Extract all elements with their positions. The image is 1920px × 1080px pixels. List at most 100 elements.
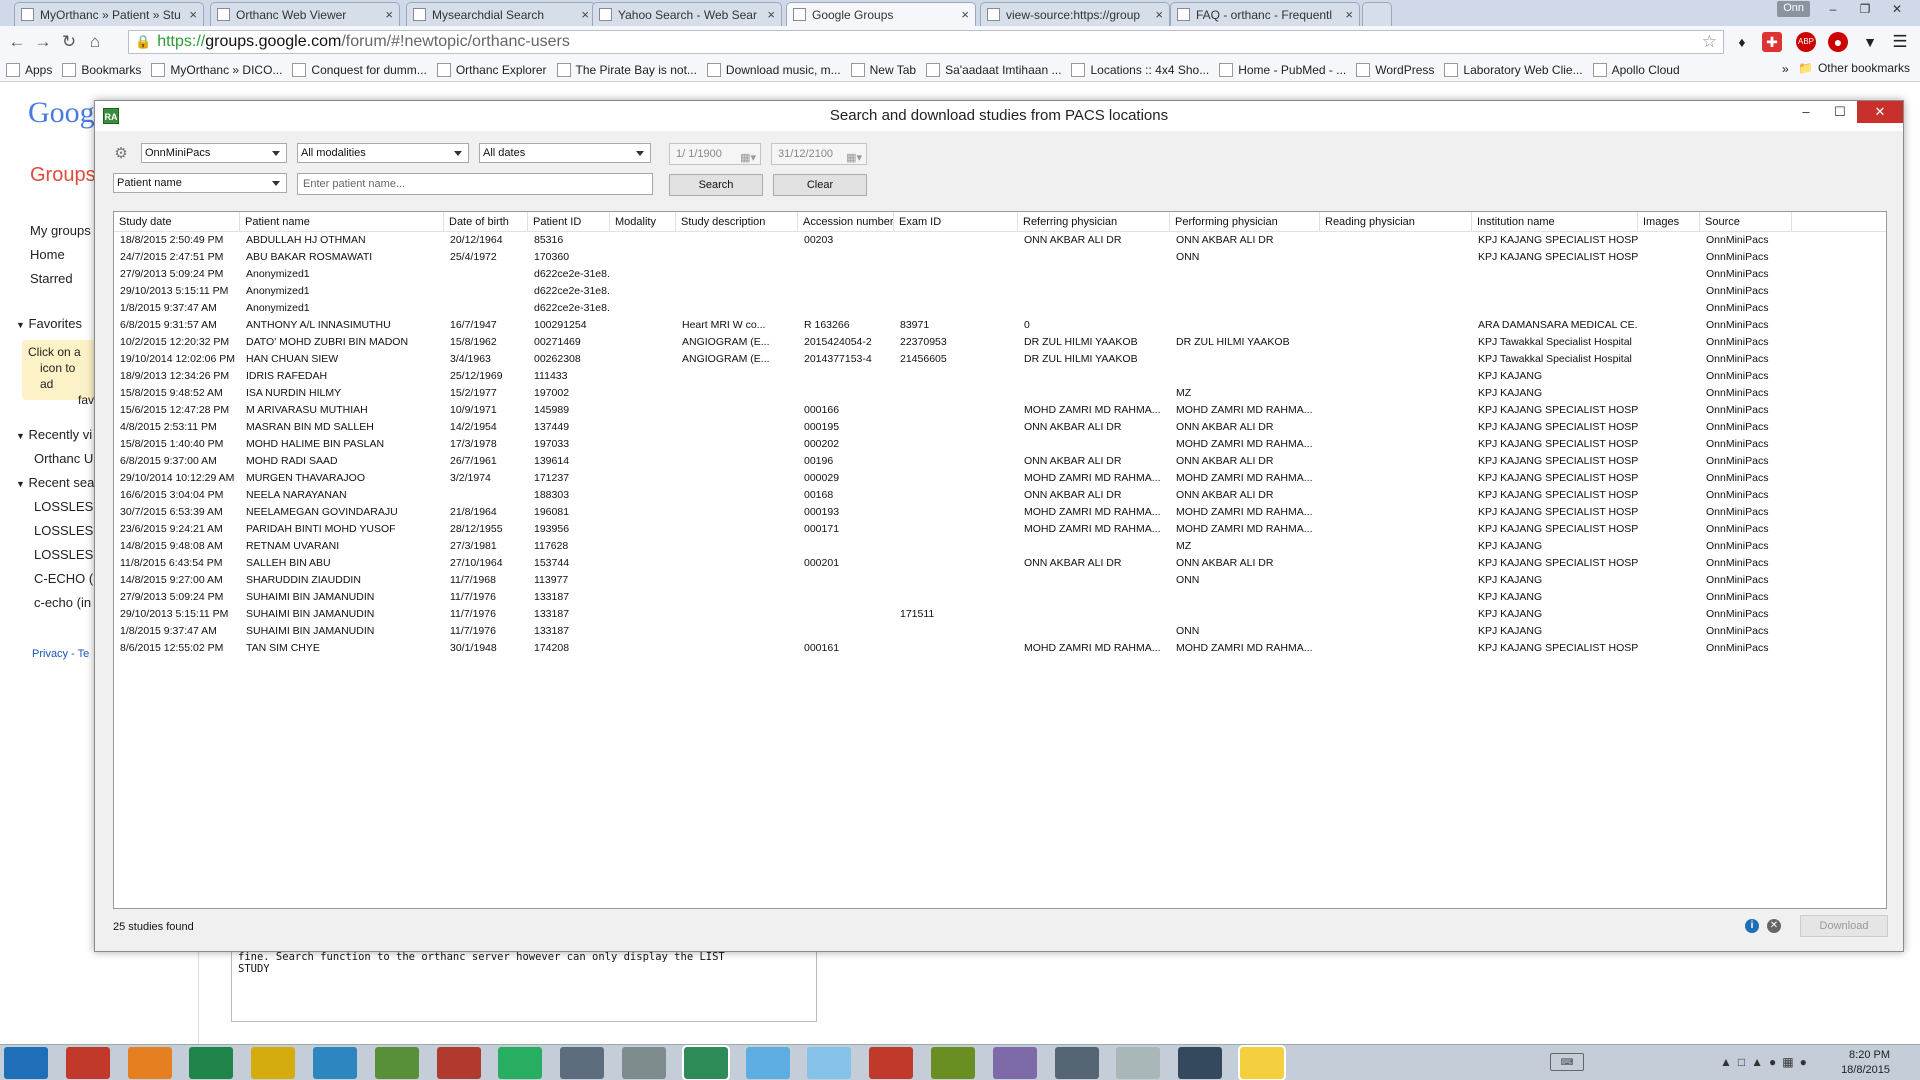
table-row[interactable]: 29/10/2014 10:12:29 AM MURGEN THAVARAJOO 3…: [114, 470, 1804, 487]
bookmark-item[interactable]: WordPress: [1356, 62, 1434, 77]
filezilla-icon[interactable]: [436, 1047, 481, 1079]
nav-starred[interactable]: Starred: [30, 271, 73, 286]
column-header[interactable]: Patient name: [240, 212, 444, 232]
stop-icon[interactable]: ●: [1828, 32, 1848, 52]
home-icon[interactable]: ⌂: [82, 32, 108, 52]
extension-icon[interactable]: ♦: [1732, 32, 1752, 52]
back-icon[interactable]: ←: [4, 32, 30, 52]
table-row[interactable]: 15/8/2015 9:48:52 AM ISA NURDIN HILMY 15/2…: [114, 385, 1804, 402]
column-header[interactable]: Patient ID: [528, 212, 610, 232]
bookmark-item[interactable]: Apollo Cloud: [1592, 62, 1680, 77]
remote-desktop-icon[interactable]: [560, 1047, 605, 1079]
recent-search-item[interactable]: c-echo (in: [34, 595, 91, 610]
utility-icon[interactable]: [622, 1047, 666, 1079]
close-button[interactable]: ✕: [1882, 0, 1912, 18]
column-header[interactable]: Study description: [676, 212, 798, 232]
bookmark-star-icon[interactable]: ☆: [1702, 32, 1717, 52]
url-bar[interactable]: 🔒 https://groups.google.com/forum/#!newt…: [128, 30, 1724, 54]
notepad-icon[interactable]: [807, 1047, 852, 1079]
firefox-icon[interactable]: [127, 1047, 172, 1079]
table-row[interactable]: 16/6/2015 3:04:04 PM NEELA NARAYANAN 18830…: [114, 487, 1804, 504]
browser-tab[interactable]: view-source:https://group ×: [980, 2, 1170, 26]
table-row[interactable]: 27/9/2013 5:09:24 PM SUHAIMI BIN JAMANUDI…: [114, 589, 1804, 606]
tab-close-icon[interactable]: ×: [189, 7, 197, 22]
keyboard-icon[interactable]: ⌨: [1550, 1053, 1584, 1071]
adblock-icon[interactable]: ABP: [1796, 32, 1816, 52]
calendar-icon[interactable]: ▦▾: [740, 148, 756, 168]
file-explorer-icon[interactable]: [251, 1047, 296, 1079]
browser-tab[interactable]: FAQ - orthanc - Frequentl ×: [1170, 2, 1360, 26]
bookmarks-overflow[interactable]: »: [1782, 62, 1789, 76]
tab-close-icon[interactable]: ×: [767, 7, 775, 22]
table-row[interactable]: 11/8/2015 6:43:54 PM SALLEH BIN ABU 27/10/…: [114, 555, 1804, 572]
recent-item[interactable]: Orthanc U: [34, 451, 93, 466]
other-bookmarks[interactable]: 📁 Other bookmarks: [1798, 61, 1910, 75]
post-body-textarea[interactable]: fine. Search function to the orthanc ser…: [231, 944, 817, 1022]
search-field-select[interactable]: Patient name: [113, 173, 287, 193]
forward-icon[interactable]: →: [30, 32, 56, 52]
settings-icon[interactable]: [1054, 1047, 1099, 1079]
media-icon[interactable]: [1178, 1047, 1223, 1079]
table-row[interactable]: 14/8/2015 9:27:00 AM SHARUDDIN ZIAUDDIN 11…: [114, 572, 1804, 589]
column-header[interactable]: Source: [1700, 212, 1792, 232]
bookmark-item[interactable]: Apps: [6, 62, 52, 77]
date-from-field[interactable]: 1/ 1/1900 ▦▾: [669, 143, 761, 165]
search-button[interactable]: Search: [669, 174, 763, 196]
location-select[interactable]: OnnMiniPacs: [141, 143, 287, 163]
table-row[interactable]: 29/10/2013 5:15:11 PM Anonymized1 d622ce2e…: [114, 283, 1804, 300]
browser-tab[interactable]: Orthanc Web Viewer ×: [210, 2, 400, 26]
dialog-close-button[interactable]: ✕: [1857, 101, 1903, 123]
bookmark-item[interactable]: Conquest for dumm...: [292, 62, 427, 77]
extension-red-icon[interactable]: ✚: [1762, 32, 1782, 52]
powerpoint-icon[interactable]: [65, 1047, 110, 1079]
waveform-icon[interactable]: [992, 1047, 1037, 1079]
table-row[interactable]: 29/10/2013 5:15:11 PM SUHAIMI BIN JAMANUD…: [114, 606, 1804, 623]
windows-start-icon[interactable]: [4, 1047, 48, 1079]
excel-icon[interactable]: [189, 1047, 234, 1079]
new-tab-button[interactable]: [1362, 2, 1392, 26]
date-range-select[interactable]: All dates: [479, 143, 651, 163]
menu-icon[interactable]: ☰: [1890, 32, 1910, 52]
profile-button[interactable]: Onn: [1777, 1, 1810, 17]
evernote-icon[interactable]: [374, 1047, 419, 1079]
recent-searches-header[interactable]: ▼ Recent sea: [16, 475, 94, 490]
grammarly-icon[interactable]: [931, 1047, 975, 1079]
browser-tab[interactable]: Google Groups ×: [786, 2, 976, 26]
tray-icons[interactable]: ▲□▲●▦●: [1720, 1055, 1813, 1069]
browser-tab[interactable]: Mysearchdial Search ×: [406, 2, 596, 26]
column-header[interactable]: Performing physician: [1170, 212, 1320, 232]
date-to-field[interactable]: 31/12/2100 ▦▾: [771, 143, 867, 165]
table-row[interactable]: 27/9/2013 5:09:24 PM Anonymized1 d622ce2e-…: [114, 266, 1804, 283]
favorites-header[interactable]: ▼ Favorites: [16, 316, 82, 331]
bookmark-item[interactable]: Laboratory Web Clie...: [1444, 62, 1583, 77]
column-header[interactable]: Date of birth: [444, 212, 528, 232]
tab-close-icon[interactable]: ×: [385, 7, 393, 22]
table-row[interactable]: 15/6/2015 12:47:28 PM M ARIVARASU MUTHIAH…: [114, 402, 1804, 419]
clear-circle-icon[interactable]: ✕: [1767, 919, 1781, 933]
table-row[interactable]: 6/8/2015 9:37:00 AM MOHD RADI SAAD 26/7/19…: [114, 453, 1804, 470]
modality-select[interactable]: All modalities: [297, 143, 469, 163]
column-header[interactable]: Accession number: [798, 212, 894, 232]
privacy-link[interactable]: Privacy - Te: [32, 648, 89, 660]
info-icon[interactable]: i: [1745, 919, 1759, 933]
table-row[interactable]: 30/7/2015 6:53:39 AM NEELAMEGAN GOVINDARA…: [114, 504, 1804, 521]
restore-button[interactable]: ❐: [1850, 0, 1880, 18]
calendar-icon[interactable]: ▦▾: [846, 148, 862, 168]
column-header[interactable]: Institution name: [1472, 212, 1638, 232]
chrome-icon[interactable]: [498, 1047, 543, 1079]
notes-icon[interactable]: [1238, 1045, 1286, 1080]
table-row[interactable]: 14/8/2015 9:48:08 AM RETNAM UVARANI 27/3/1…: [114, 538, 1804, 555]
explorer-icon[interactable]: [745, 1047, 790, 1079]
table-row[interactable]: 1/8/2015 9:37:47 AM Anonymized1 d622ce2e-3…: [114, 300, 1804, 317]
column-header[interactable]: Modality: [610, 212, 676, 232]
patient-name-input[interactable]: Enter patient name...: [297, 173, 653, 195]
recent-search-item[interactable]: LOSSLES: [34, 547, 93, 562]
table-row[interactable]: 18/8/2015 2:50:49 PM ABDULLAH HJ OTHMAN 20…: [114, 232, 1804, 249]
table-row[interactable]: 24/7/2015 2:47:51 PM ABU BAKAR ROSMAWATI 2…: [114, 249, 1804, 266]
gear-icon[interactable]: ⚙: [113, 146, 129, 162]
column-header[interactable]: Reading physician: [1320, 212, 1472, 232]
table-row[interactable]: 4/8/2015 2:53:11 PM MASRAN BIN MD SALLEH 1…: [114, 419, 1804, 436]
bookmark-item[interactable]: MyOrthanc » DICO...: [151, 62, 282, 77]
recent-search-item[interactable]: C-ECHO (i: [34, 571, 96, 586]
dialog-maximize-button[interactable]: ☐: [1823, 101, 1857, 123]
